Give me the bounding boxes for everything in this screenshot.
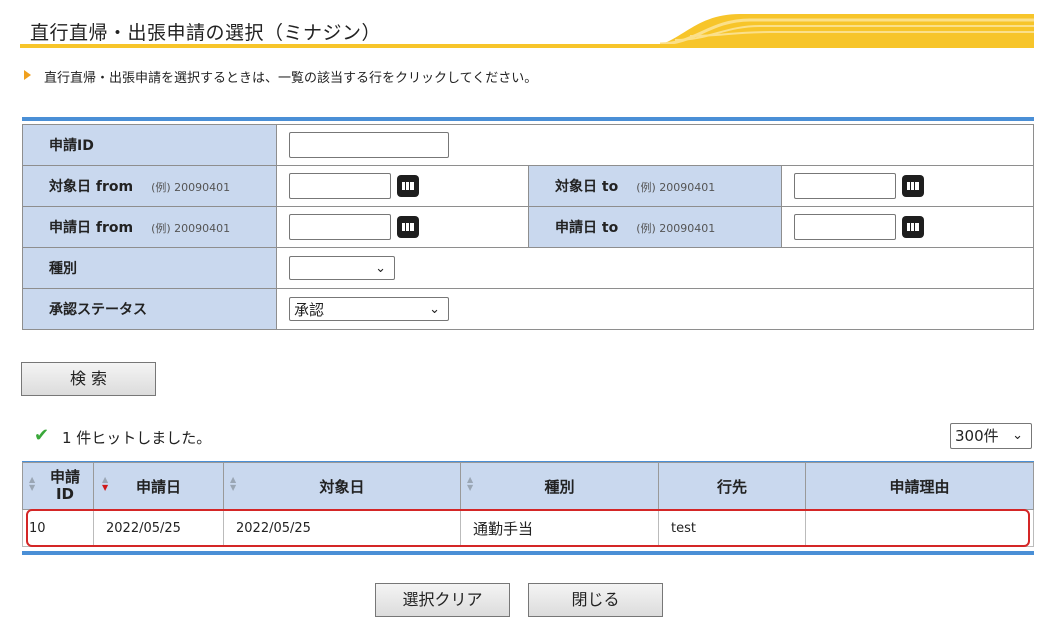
sort-icon[interactable]: ▲ ▼ — [230, 476, 236, 492]
type-label: 種別 — [22, 247, 277, 289]
close-button[interactable]: 閉じる — [528, 583, 663, 617]
apply-from-label: 申請日 from (例) 20090401 — [22, 206, 277, 248]
sort-icon[interactable]: ▲ ▼ — [29, 476, 35, 492]
apply-to-label: 申請日 to (例) 20090401 — [528, 206, 782, 248]
clear-selection-button[interactable]: 選択クリア — [375, 583, 510, 617]
calendar-icon[interactable] — [397, 216, 419, 238]
sort-icon[interactable]: ▲ ▼ — [467, 476, 473, 492]
column-header-apply-date[interactable]: ▲ ▼ 申請日 — [93, 462, 224, 510]
apply-to-input[interactable] — [794, 214, 896, 240]
target-from-input[interactable] — [289, 173, 391, 199]
results-header-row: ▲ ▼ 申請ID ▲ ▼ 申請日 ▲ ▼ 対象日 ▲ ▼ 種別 行先 申請理由 — [22, 462, 1034, 510]
type-select[interactable]: ⌄ — [289, 256, 395, 280]
search-form: 申請ID 対象日 from (例) 20090401 対象日 to (例) 2009… — [22, 124, 1034, 330]
example-hint: (例) 20090401 — [151, 181, 231, 194]
instruction-text: 直行直帰・出張申請を選択するときは、一覧の該当する行をクリックしてください。 — [44, 71, 538, 86]
column-header-target-date[interactable]: ▲ ▼ 対象日 — [223, 462, 461, 510]
hit-count-text: 1 件ヒットしました。 — [62, 429, 212, 447]
request-id-input[interactable] — [289, 132, 449, 158]
row-highlight — [26, 509, 1030, 547]
form-top-border — [22, 117, 1034, 121]
column-header-type[interactable]: ▲ ▼ 種別 — [460, 462, 659, 510]
example-hint: (例) 20090401 — [636, 181, 716, 194]
calendar-icon[interactable] — [902, 175, 924, 197]
sort-icon[interactable]: ▲ ▼ — [102, 476, 108, 492]
status-label: 承認ステータス — [22, 288, 277, 330]
example-hint: (例) 20090401 — [636, 222, 716, 235]
header-underline — [20, 44, 1034, 48]
target-to-input[interactable] — [794, 173, 896, 199]
column-header-reason: 申請理由 — [805, 462, 1034, 510]
example-hint: (例) 20090401 — [151, 222, 231, 235]
arrow-right-icon — [24, 70, 31, 80]
search-button[interactable]: 検 索 — [21, 362, 156, 396]
status-select[interactable]: 承認 ⌄ — [289, 297, 449, 321]
target-from-label: 対象日 from (例) 20090401 — [22, 165, 277, 207]
chevron-down-icon: ⌄ — [1012, 428, 1023, 443]
request-id-label: 申請ID — [22, 124, 277, 166]
checkmark-icon: ✔ — [34, 425, 50, 446]
per-page-select[interactable]: 300件 ⌄ — [950, 423, 1032, 449]
results-bottom-border — [22, 551, 1034, 555]
target-to-label: 対象日 to (例) 20090401 — [528, 165, 782, 207]
calendar-icon[interactable] — [902, 216, 924, 238]
chevron-down-icon: ⌄ — [375, 261, 386, 276]
column-header-id[interactable]: ▲ ▼ 申請ID — [22, 462, 94, 510]
column-header-destination: 行先 — [658, 462, 806, 510]
page-title: 直行直帰・出張申請の選択（ミナジン） — [30, 22, 382, 44]
calendar-icon[interactable] — [397, 175, 419, 197]
chevron-down-icon: ⌄ — [429, 302, 440, 317]
apply-from-input[interactable] — [289, 214, 391, 240]
header-decoration — [640, 14, 1034, 48]
